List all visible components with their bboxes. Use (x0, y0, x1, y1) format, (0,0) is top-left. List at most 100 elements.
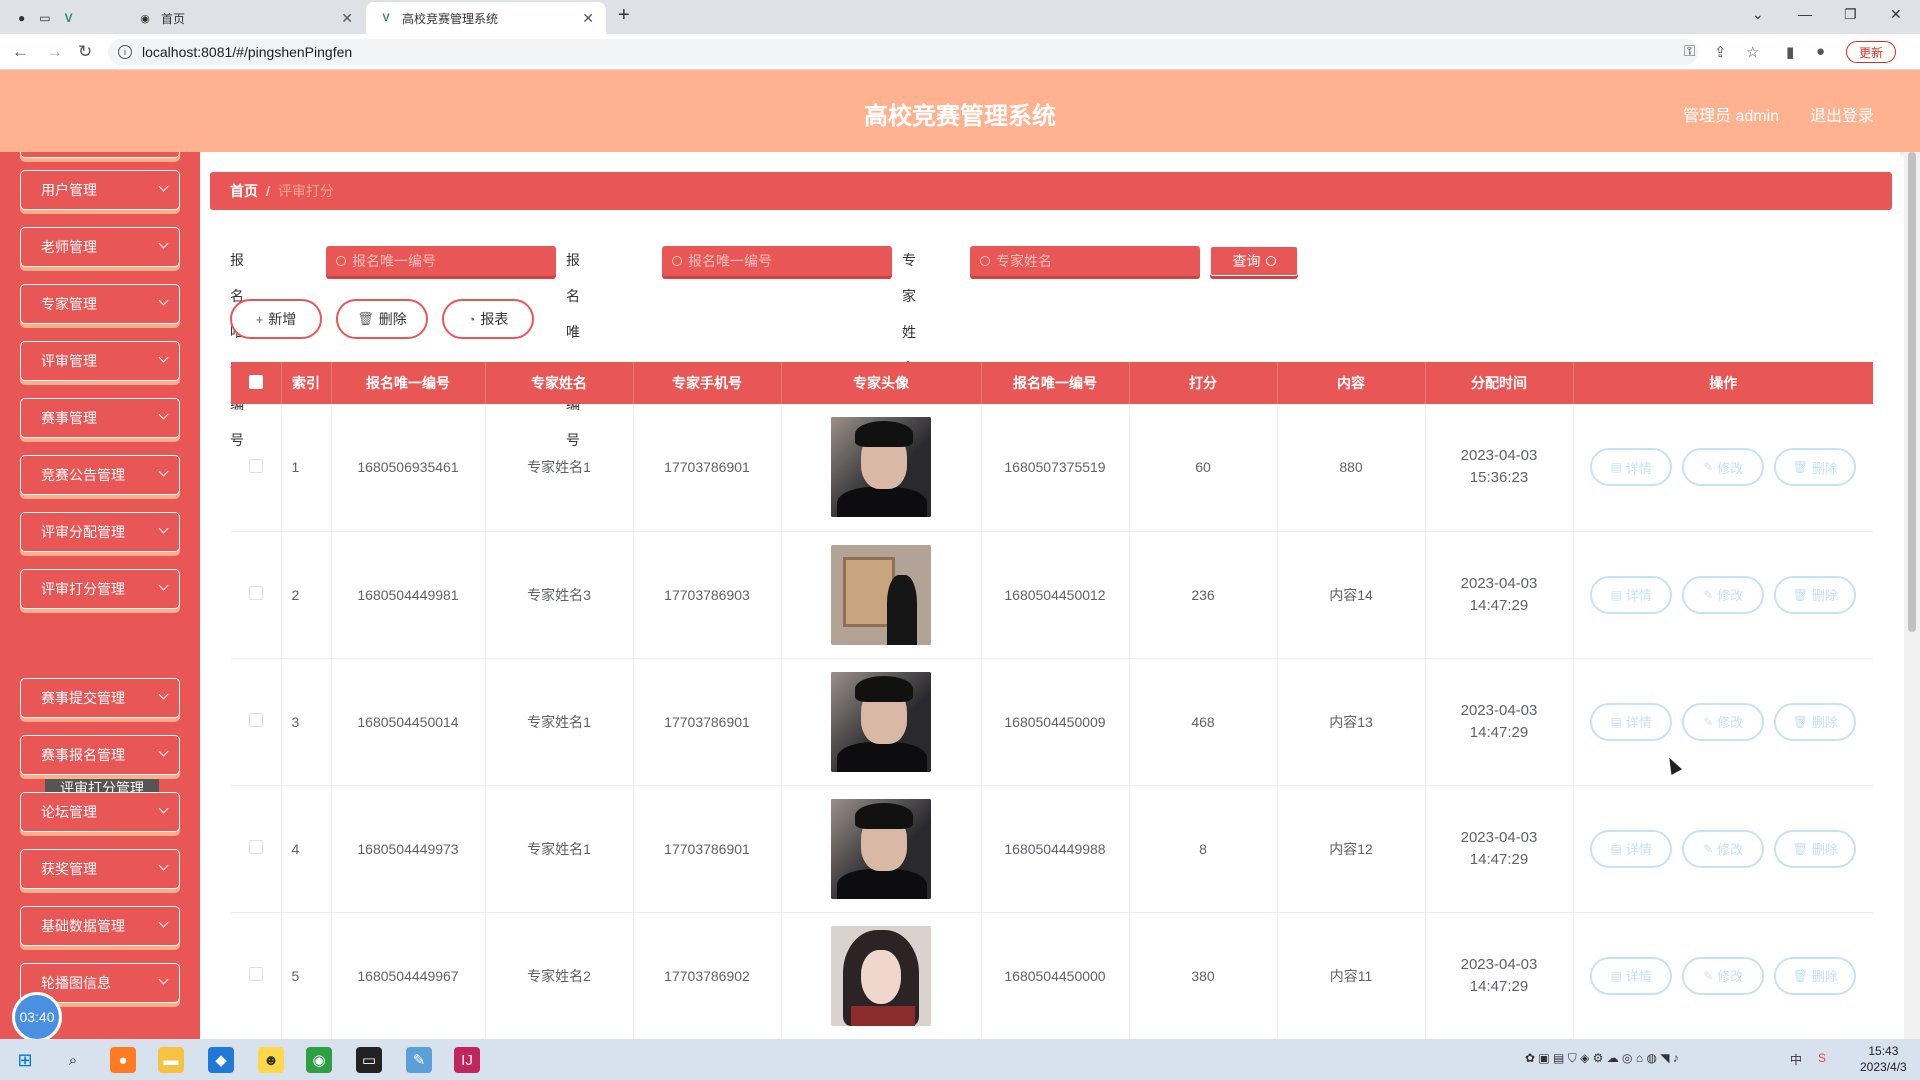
sidebar-item-expert[interactable]: 专家管理 (20, 284, 180, 324)
cell-score: 60 (1129, 404, 1278, 532)
search-icon[interactable]: ⌕ (60, 1047, 86, 1073)
sidebar-item-award[interactable]: 获奖管理 (20, 849, 180, 889)
trash-icon: 🗑 (357, 311, 374, 326)
detail-button[interactable]: ▤ 详情 (1590, 829, 1673, 868)
row-checkbox[interactable] (248, 840, 263, 854)
sidebar-item-label: 评审打分管理 (41, 581, 125, 597)
search-input-signup-no-2[interactable]: 报名唯一编号 (662, 246, 892, 276)
cell-expert-avatar (781, 531, 982, 659)
search-input-expert-name[interactable]: 专家姓名 (970, 246, 1200, 276)
sidebar-item-event[interactable]: 赛事管理 (20, 398, 180, 438)
chevron-down-icon (158, 238, 169, 249)
select-all-checkbox[interactable] (248, 374, 263, 389)
url-text: localhost:8081/#/pingshenPingfen (142, 44, 353, 60)
sidebar-item-review[interactable]: 评审管理 (20, 341, 180, 381)
sidebar-item-user[interactable]: 用户管理 (20, 170, 180, 210)
delete-label: 删除 (378, 311, 407, 327)
scrollbar[interactable] (1904, 152, 1920, 1039)
search-input-signup-no[interactable]: 报名唯一编号 (326, 246, 556, 276)
pinned-tabs[interactable]: ● ▭ V (8, 2, 108, 34)
share-icon[interactable]: ⇪ (1714, 43, 1727, 61)
edit-icon: ✎ (1703, 587, 1714, 602)
info-icon[interactable]: i (118, 45, 132, 59)
sidebar-item-teacher[interactable]: 老师管理 (20, 227, 180, 267)
app-icon[interactable]: ☻ (258, 1047, 284, 1073)
breadcrumb: 首页 / 评审打分 (210, 172, 1892, 210)
logout-link[interactable]: 退出登录 (1810, 102, 1874, 126)
url-input[interactable]: i localhost:8081/#/pingshenPingfen (108, 39, 1698, 65)
edit-button[interactable]: ✎ 修改 (1682, 448, 1765, 487)
close-window-button[interactable]: ✕ (1890, 6, 1902, 23)
new-tab-button[interactable]: + (618, 4, 630, 27)
profile-icon[interactable]: ● (1816, 43, 1825, 60)
sidebar-item-label: 评审分配管理 (41, 524, 125, 540)
restore-button[interactable]: ❐ (1844, 6, 1857, 23)
sidebar-item-forum[interactable]: 论坛管理 (20, 792, 180, 832)
detail-button[interactable]: ▤ 详情 (1590, 448, 1673, 487)
file-explorer-icon[interactable]: ▬ (158, 1047, 184, 1073)
sidebar-item-submission[interactable]: 赛事提交管理 (20, 678, 180, 718)
delete-row-button[interactable]: 🗑 删除 (1774, 702, 1857, 741)
delete-row-button[interactable]: 🗑 删除 (1774, 956, 1857, 995)
delete-button[interactable]: 🗑 删除 (336, 299, 428, 339)
windows-start-icon[interactable]: ⊞ (12, 1047, 38, 1073)
tab-home[interactable]: ◉ 首页 ✕ (125, 2, 365, 34)
tray-icons[interactable]: ✿ ▣ ▤ ⛉ ◈ ⚙ ☁ ◎ ⌂ ◍ ◥ ♪ (1525, 1051, 1679, 1066)
delete-row-button[interactable]: 🗑 删除 (1774, 575, 1857, 614)
antivirus-icon[interactable]: S (1818, 1051, 1826, 1065)
sidebar-item-review-score[interactable]: 评审打分管理 (20, 569, 180, 609)
edit-button[interactable]: ✎ 修改 (1682, 702, 1765, 741)
detail-button[interactable]: ▤ 详情 (1590, 702, 1673, 741)
minimize-button[interactable]: — (1798, 6, 1812, 22)
cell-signup-no: 1680504449981 (331, 531, 486, 659)
windows-taskbar: ⊞ ⌕ ● ▬ ◆ ☻ ◉ ▭ ✎ IJ ✿ ▣ ▤ ⛉ ◈ ⚙ ☁ ◎ ⌂ ◍… (0, 1039, 1920, 1080)
sidebar-item-review-assign[interactable]: 评审分配管理 (20, 512, 180, 552)
github-icon[interactable]: ● (18, 11, 25, 25)
forward-icon[interactable]: → (46, 42, 63, 62)
notepad-icon[interactable]: ✎ (406, 1047, 432, 1073)
document-icon: ▤ (1610, 968, 1622, 983)
ime-indicator[interactable]: 中 (1790, 1051, 1802, 1068)
add-button[interactable]: + 新增 (230, 299, 322, 339)
chrome-icon[interactable]: ◉ (306, 1047, 332, 1073)
row-checkbox[interactable] (248, 458, 263, 473)
detail-button[interactable]: ▤ 详情 (1590, 956, 1673, 995)
row-checkbox[interactable] (248, 586, 263, 600)
clock[interactable]: 15:43 2023/4/3 (1860, 1043, 1907, 1075)
breadcrumb-home[interactable]: 首页 (230, 181, 258, 201)
edit-button[interactable]: ✎ 修改 (1682, 956, 1765, 995)
delete-row-button[interactable]: 🗑 删除 (1774, 829, 1857, 868)
close-icon[interactable]: ✕ (582, 10, 594, 27)
back-icon[interactable]: ← (12, 42, 29, 62)
query-button[interactable]: 查询 (1210, 246, 1298, 276)
report-button[interactable]: ◔ 报表 (442, 299, 534, 339)
chevron-down-icon[interactable]: ⌄ (1752, 6, 1764, 23)
edit-button[interactable]: ✎ 修改 (1682, 575, 1765, 614)
sidebar-item-basedata[interactable]: 基础数据管理 (20, 906, 180, 946)
terminal-icon[interactable]: ▭ (356, 1047, 382, 1073)
intellij-icon[interactable]: IJ (454, 1047, 480, 1073)
edit-button[interactable]: ✎ 修改 (1682, 829, 1765, 868)
update-button[interactable]: 更新 (1846, 41, 1896, 63)
sidebar-item-registration[interactable]: 赛事报名管理 (20, 735, 180, 775)
scrollbar-thumb[interactable] (1908, 152, 1916, 632)
tab-active[interactable]: V 高校竞赛管理系统 ✕ (366, 2, 606, 34)
vue-icon[interactable]: V (65, 11, 73, 25)
reload-icon[interactable]: ↻ (78, 42, 92, 62)
close-icon[interactable]: ✕ (341, 10, 353, 27)
firefox-icon[interactable]: ● (110, 1047, 136, 1073)
row-checkbox[interactable] (248, 967, 263, 981)
row-checkbox-cell (231, 531, 282, 659)
detail-button[interactable]: ▤ 详情 (1590, 575, 1673, 614)
star-icon[interactable]: ☆ (1746, 43, 1759, 61)
sidebar-item-notice[interactable]: 竞赛公告管理 (20, 455, 180, 495)
delete-row-button[interactable]: 🗑 删除 (1774, 448, 1857, 487)
key-icon[interactable]: ⚿ (1684, 43, 1695, 60)
sidepanel-icon[interactable]: ▮ (1786, 43, 1794, 61)
blank-tab-icon[interactable]: ▭ (39, 11, 50, 25)
detail-label: 详情 (1625, 715, 1652, 730)
vscode-icon[interactable]: ◆ (208, 1047, 234, 1073)
timer-badge[interactable]: 03:40 (12, 992, 62, 1042)
row-checkbox[interactable] (248, 713, 263, 727)
cell-signup-no: 1680504449973 (331, 785, 486, 913)
